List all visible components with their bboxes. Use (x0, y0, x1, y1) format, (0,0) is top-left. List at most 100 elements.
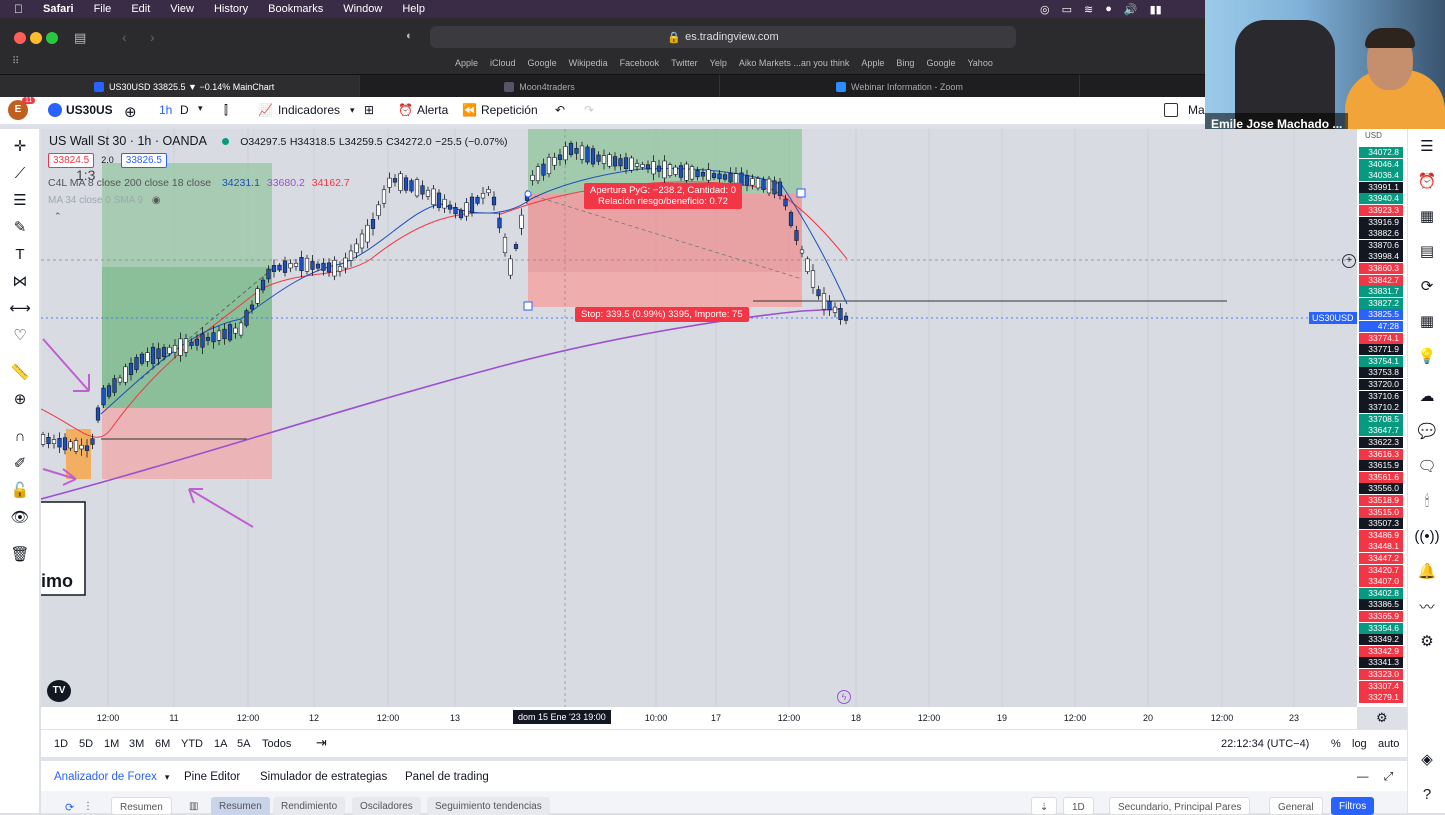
interval-select[interactable]: 1D (1063, 797, 1094, 815)
crosshair-icon[interactable]: ✛ (10, 136, 30, 156)
interval-1h[interactable]: 1h (159, 103, 172, 117)
favorite-link[interactable]: Apple (861, 58, 884, 68)
sidebar-icon[interactable]: ▤ (74, 30, 86, 46)
magnet-icon[interactable]: ∩ (10, 426, 30, 446)
broadcast-icon[interactable]: ((•)) (1414, 526, 1439, 546)
add-alert-plus-icon[interactable]: + (1342, 254, 1356, 268)
tab-forex-screener[interactable]: Analizador de Forex ▾ (54, 771, 169, 783)
range-all[interactable]: Todos (262, 738, 291, 750)
address-bar[interactable]: 🔒 es.tradingview.com (430, 26, 1016, 48)
redo-icon[interactable]: ↷ (584, 103, 594, 117)
collapse-legend-icon[interactable]: ⌃ (54, 211, 62, 222)
buy-button[interactable]: 33826.5 (120, 153, 167, 168)
tab-zoom[interactable]: Webinar Information - Zoom (720, 75, 1080, 98)
screen-icon[interactable]: ▭ (1062, 3, 1072, 16)
favorite-link[interactable]: iCloud (490, 58, 516, 68)
menu-edit[interactable]: Edit (131, 3, 150, 15)
ideas-icon[interactable]: 💡 (1417, 346, 1437, 366)
price-axis[interactable]: USD 34072.8 34046.4 34036.4 33991.1 33940.4 3… (1357, 129, 1407, 707)
settings-sliders-icon[interactable]: ⚙ (1417, 631, 1437, 651)
range-1m[interactable]: 1M (104, 738, 119, 750)
sell-button[interactable]: 33824.5 (48, 153, 95, 168)
view-trend[interactable]: Seguimiento tendencias (427, 797, 550, 815)
text-icon[interactable]: T (10, 244, 30, 264)
control-center-icon[interactable]: ≋ (1084, 3, 1093, 16)
favorite-link[interactable]: Google (528, 58, 557, 68)
zoom-window-button[interactable] (46, 32, 58, 44)
apple-icon[interactable]:  (14, 2, 23, 16)
heart-icon[interactable]: ♡ (10, 325, 30, 345)
data-window-icon[interactable]: ▦ (1417, 206, 1437, 226)
filters-button[interactable]: Filtros (1331, 797, 1375, 815)
columns-icon[interactable]: ▥ (181, 797, 206, 815)
news-icon[interactable]: ▤ (1417, 241, 1437, 261)
price-chart[interactable] (41, 129, 1357, 707)
ruler-icon[interactable]: 📏 (10, 362, 30, 382)
menu-bookmarks[interactable]: Bookmarks (268, 3, 323, 15)
forward-icon[interactable]: › (150, 29, 155, 45)
goto-date-icon[interactable]: ⇥ (316, 735, 327, 751)
stay-drawing-icon[interactable]: ✐ (10, 453, 30, 473)
indicators-button[interactable]: 📈 Indicadores ▾ (258, 103, 355, 117)
chart-canvas[interactable]: US Wall St 30 · 1h · OANDA O34297.5 H343… (41, 129, 1357, 707)
favorite-link[interactable]: Wikipedia (569, 58, 608, 68)
shield-icon[interactable]: ◐ (406, 30, 413, 42)
lock-drawings-icon[interactable]: 🔓 (10, 480, 30, 500)
general-select[interactable]: General (1269, 797, 1323, 815)
hidden-eye-icon[interactable]: ◉ (152, 195, 161, 206)
back-icon[interactable]: ‹ (122, 29, 127, 45)
symbol-legend[interactable]: US Wall St 30 · 1h · OANDA O34297.5 H343… (49, 134, 508, 148)
currency-label[interactable]: USD (1365, 131, 1382, 140)
zoom-in-icon[interactable]: ⊕ (10, 389, 30, 409)
view-performance[interactable]: Rendimiento (273, 797, 346, 815)
calendar-icon[interactable]: ▦ (1417, 311, 1437, 331)
range-1a[interactable]: 1A (214, 738, 227, 750)
pattern-icon[interactable]: ⋈ (10, 271, 30, 291)
watchlist-icon[interactable]: ☰ (1417, 136, 1437, 156)
messages-icon[interactable]: 🗨 (1417, 456, 1437, 476)
view-oscillators[interactable]: Osciladores (352, 797, 421, 815)
time-axis[interactable]: 12:00 11 12:00 12 12:00 13 10:00 17 12:00 18 12:00… (41, 707, 1388, 729)
tab-trading-panel[interactable]: Panel de trading (405, 771, 489, 783)
favorite-link[interactable]: Yahoo (967, 58, 992, 68)
buy-sell-widget[interactable]: 33824.5 2.0 33826.5 (48, 153, 167, 168)
favorite-link[interactable]: Apple (455, 58, 478, 68)
ma-indicator-legend[interactable]: C4L MA 8 close 200 close 18 close 34231.… (48, 177, 350, 189)
ma34-indicator-legend[interactable]: MA 34 close 0 SMA 9 ◉ (48, 195, 161, 206)
trend-icon[interactable]: 〰 (1417, 596, 1437, 616)
trash-icon[interactable]: 🗑 (10, 544, 30, 564)
brush-icon[interactable]: ✎ (10, 217, 30, 237)
maximize-panel-icon[interactable]: ⤢ (1384, 771, 1393, 784)
candle-type-icon[interactable]: ⫿ (224, 103, 228, 118)
layers-icon[interactable]: ◈ (1417, 749, 1437, 769)
notifications-icon[interactable]: 🔔 (1417, 561, 1437, 581)
clock[interactable]: 22:12:34 (UTC−4) (1221, 738, 1309, 750)
chart-settings-gear-icon[interactable]: ⚙ (1376, 710, 1388, 726)
alerts-clock-icon[interactable]: ⏰ (1417, 171, 1437, 191)
log-toggle[interactable]: log (1352, 738, 1367, 750)
range-3m[interactable]: 3M (129, 738, 144, 750)
menu-history[interactable]: History (214, 3, 248, 15)
menu-app[interactable]: Safari (43, 3, 74, 15)
tab-moon4traders[interactable]: Moon4traders (360, 75, 720, 98)
range-5a[interactable]: 5A (237, 738, 250, 750)
layout-icon[interactable] (1164, 103, 1178, 117)
favorite-link[interactable]: Bing (896, 58, 914, 68)
auto-toggle[interactable]: auto (1378, 738, 1399, 750)
tab-pine-editor[interactable]: Pine Editor (184, 771, 240, 783)
symbol-search[interactable]: US30USD (48, 103, 112, 117)
tradingview-logo-icon[interactable]: TV (47, 680, 71, 702)
menu-file[interactable]: File (94, 3, 112, 15)
replay-button[interactable]: ⏪ Repetición (462, 103, 538, 117)
favorite-link[interactable]: Twitter (671, 58, 698, 68)
close-window-button[interactable] (14, 32, 26, 44)
menu-window[interactable]: Window (343, 3, 382, 15)
templates-icon[interactable]: ⊞ (364, 103, 374, 117)
favorite-link[interactable]: Google (926, 58, 955, 68)
menu-view[interactable]: View (170, 3, 194, 15)
account-avatar[interactable]: E 11 (8, 97, 36, 120)
range-6m[interactable]: 6M (155, 738, 170, 750)
range-1d[interactable]: 1D (54, 738, 68, 750)
undo-icon[interactable]: ↶ (555, 103, 565, 117)
percent-toggle[interactable]: % (1331, 738, 1341, 750)
